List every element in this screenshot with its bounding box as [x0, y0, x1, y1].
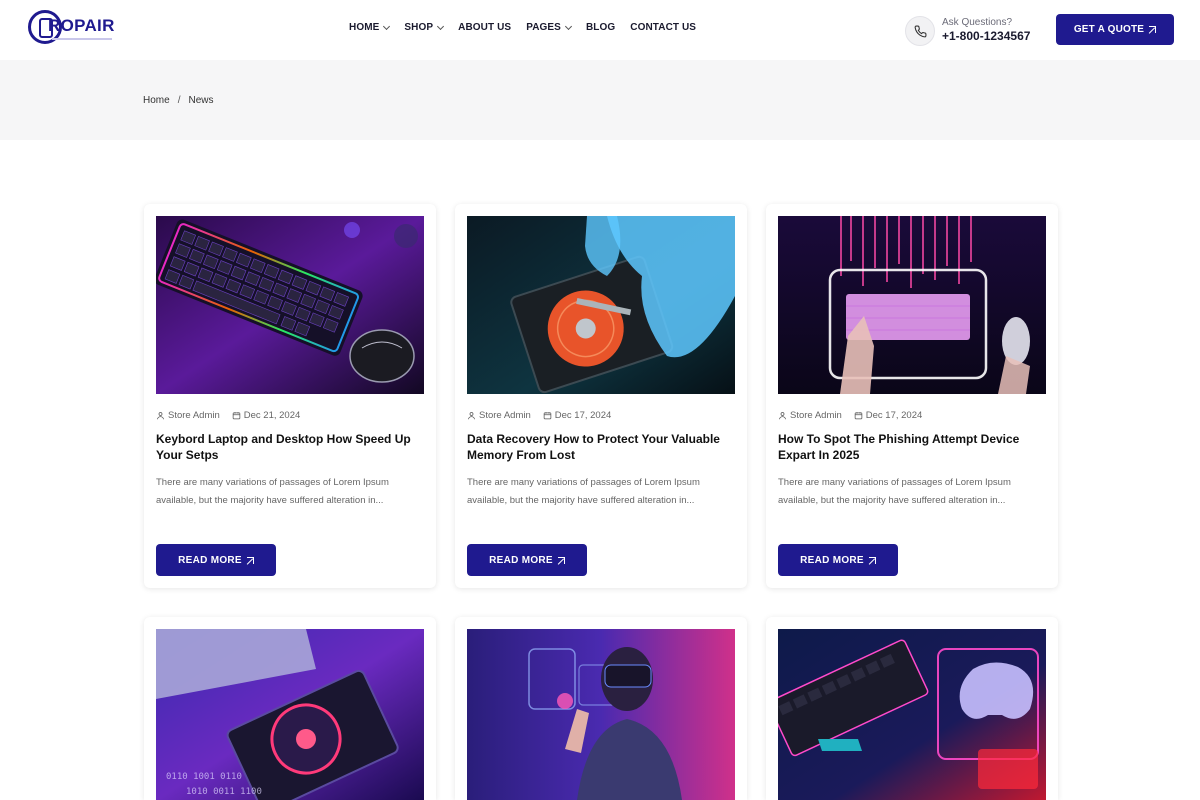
user-icon	[779, 412, 786, 420]
svg-text:1010 0011 1100: 1010 0011 1100	[186, 787, 262, 797]
get-a-quote-button[interactable]: GET A QUOTE	[1056, 14, 1174, 45]
breadcrumb-separator: /	[177, 95, 181, 106]
post-date: Dec 17, 2024	[554, 410, 612, 421]
post-meta: Store Admin Dec 21, 2024	[156, 410, 300, 421]
post-image-rgb-keyboard[interactable]	[156, 216, 424, 394]
post-title[interactable]: How To Spot The Phishing Attempt Device …	[778, 431, 1048, 463]
nav-label: ABOUT US	[458, 22, 512, 33]
chevron-down-icon	[383, 22, 391, 30]
breadcrumb-home[interactable]: Home	[143, 95, 170, 106]
breadcrumb-current: News	[188, 95, 214, 106]
read-more-label: READ MORE	[489, 554, 553, 566]
arrow-up-right-icon	[557, 556, 565, 564]
site-header: ROPAIR HOME SHOP ABOUT US PAGES BLOG CON…	[0, 0, 1200, 60]
read-more-button[interactable]: READ MORE	[778, 544, 898, 576]
nav-label: PAGES	[526, 22, 561, 33]
read-more-button[interactable]: READ MORE	[156, 544, 276, 576]
arrow-up-right-icon	[246, 556, 254, 564]
brand-name: ROPAIR	[48, 16, 115, 35]
blog-card: Store Admin Dec 17, 2024 How To Spot The…	[766, 204, 1058, 588]
post-author[interactable]: Store Admin	[168, 410, 220, 421]
breadcrumb: Home / News	[143, 95, 213, 106]
ask-questions-label: Ask Questions?	[942, 17, 1013, 28]
post-image-gaming-controller[interactable]	[778, 629, 1046, 800]
post-author[interactable]: Store Admin	[479, 410, 531, 421]
blog-card	[766, 617, 1058, 800]
post-date: Dec 21, 2024	[243, 410, 301, 421]
post-title[interactable]: Keybord Laptop and Desktop How Speed Up …	[156, 431, 426, 463]
calendar-icon	[232, 412, 240, 420]
post-image-open-hard-drive[interactable]: 0110 1001 0110 1010 0011 1100	[156, 629, 424, 800]
read-more-label: READ MORE	[178, 554, 242, 566]
nav-item-shop[interactable]: SHOP	[404, 22, 445, 33]
post-meta: Store Admin Dec 17, 2024	[467, 410, 611, 421]
user-icon	[157, 412, 164, 420]
blog-card	[455, 617, 747, 800]
nav-label: SHOP	[404, 22, 434, 33]
post-excerpt: There are many variations of passages of…	[467, 477, 700, 506]
read-more-button[interactable]: READ MORE	[467, 544, 587, 576]
blog-card: 0110 1001 0110 1010 0011 1100	[144, 617, 436, 800]
nav-label: HOME	[349, 22, 380, 33]
chevron-down-icon	[564, 22, 573, 30]
nav-item-about-us[interactable]: ABOUT US	[458, 22, 511, 33]
arrow-up-right-icon	[868, 556, 876, 564]
nav-item-contact-us[interactable]: CONTACT US	[630, 22, 696, 33]
chevron-down-icon	[437, 22, 445, 30]
post-image-phishing-keyboard[interactable]	[778, 216, 1046, 394]
phone-icon	[905, 16, 935, 46]
page-banner: Home / News	[0, 60, 1200, 140]
post-title[interactable]: Data Recovery How to Protect Your Valuab…	[467, 431, 737, 463]
blog-card: Store Admin Dec 21, 2024 Keybord Laptop …	[144, 204, 436, 588]
nav-item-pages[interactable]: PAGES	[526, 22, 573, 33]
quote-button-label: GET A QUOTE	[1073, 24, 1145, 35]
contact-phone[interactable]: Ask Questions? +1-800-1234567	[905, 15, 1035, 47]
post-image-vr-headset[interactable]	[467, 629, 735, 800]
nav-label: CONTACT US	[630, 22, 697, 33]
arrow-up-right-icon	[1149, 26, 1157, 33]
calendar-icon	[854, 412, 862, 420]
post-date: Dec 17, 2024	[865, 410, 923, 421]
post-meta: Store Admin Dec 17, 2024	[778, 410, 922, 421]
post-excerpt: There are many variations of passages of…	[156, 477, 389, 506]
blog-card: Store Admin Dec 17, 2024 Data Recovery H…	[455, 204, 747, 588]
main-nav: HOME SHOP ABOUT US PAGES BLOG CONTACT US	[349, 22, 711, 33]
nav-item-home[interactable]: HOME	[349, 22, 391, 33]
read-more-label: READ MORE	[800, 554, 864, 566]
post-excerpt: There are many variations of passages of…	[778, 477, 1011, 506]
post-image-hard-drive[interactable]	[467, 216, 735, 394]
svg-text:0110 1001 0110: 0110 1001 0110	[166, 772, 242, 782]
nav-label: BLOG	[585, 22, 616, 33]
calendar-icon	[543, 412, 551, 420]
brand-logo[interactable]: ROPAIR	[28, 8, 118, 50]
phone-number[interactable]: +1-800-1234567	[942, 29, 1030, 43]
user-icon	[468, 412, 475, 420]
brand-tagline-line	[52, 38, 112, 40]
nav-item-blog[interactable]: BLOG	[586, 22, 615, 33]
post-author[interactable]: Store Admin	[790, 410, 842, 421]
